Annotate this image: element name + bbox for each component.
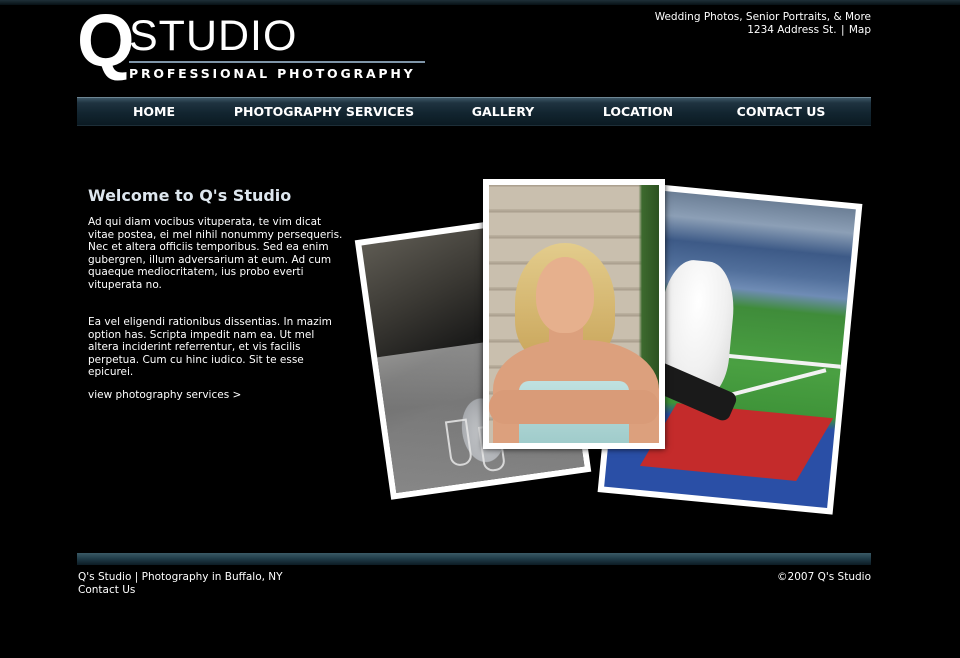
nav-home[interactable]: HOME bbox=[133, 98, 175, 126]
footer-left: Q's Studio | Photography in Buffalo, NY … bbox=[78, 571, 283, 597]
footer-copyright: ©2007 Q's Studio bbox=[777, 571, 871, 583]
welcome-paragraph-2: Ea vel eligendi rationibus dissentias. I… bbox=[88, 316, 332, 379]
logo-wordmark: STUDIO bbox=[129, 12, 298, 60]
header-services-line: Wedding Photos, Senior Portraits, & More bbox=[654, 11, 871, 23]
logo-letter: Q bbox=[77, 0, 135, 82]
footer-studio-line: Q's Studio | Photography in Buffalo, NY bbox=[78, 571, 283, 583]
nav-location[interactable]: LOCATION bbox=[603, 98, 673, 126]
top-border bbox=[0, 0, 960, 5]
footer-bar bbox=[77, 553, 871, 565]
nav-contact-us[interactable]: CONTACT US bbox=[737, 98, 826, 126]
portrait-face bbox=[536, 257, 594, 333]
footer-contact-link[interactable]: Contact Us bbox=[78, 584, 135, 596]
senior-portrait-photo bbox=[483, 179, 665, 449]
nav-photography-services[interactable]: PHOTOGRAPHY SERVICES bbox=[234, 98, 414, 126]
logo-rule bbox=[129, 61, 425, 63]
header-address: 1234 Address St. bbox=[747, 24, 837, 36]
logo-tagline: PROFESSIONAL PHOTOGRAPHY bbox=[129, 66, 416, 81]
header-info: Wedding Photos, Senior Portraits, & More… bbox=[655, 11, 871, 37]
site-logo[interactable]: Q STUDIO PROFESSIONAL PHOTOGRAPHY bbox=[77, 4, 427, 82]
main-nav: HOME PHOTOGRAPHY SERVICES GALLERY LOCATI… bbox=[77, 97, 871, 126]
endzone-shape bbox=[640, 403, 834, 481]
welcome-heading: Welcome to Q's Studio bbox=[88, 186, 292, 205]
portrait-arms bbox=[489, 390, 659, 424]
header-address-line: 1234 Address St. | Map bbox=[655, 24, 871, 37]
view-services-link[interactable]: view photography services > bbox=[88, 389, 241, 401]
map-link[interactable]: Map bbox=[849, 24, 871, 36]
nav-gallery[interactable]: GALLERY bbox=[472, 98, 534, 126]
welcome-paragraph-1: Ad qui diam vocibus vituperata, te vim d… bbox=[88, 216, 343, 291]
header-separator: | bbox=[840, 24, 845, 36]
